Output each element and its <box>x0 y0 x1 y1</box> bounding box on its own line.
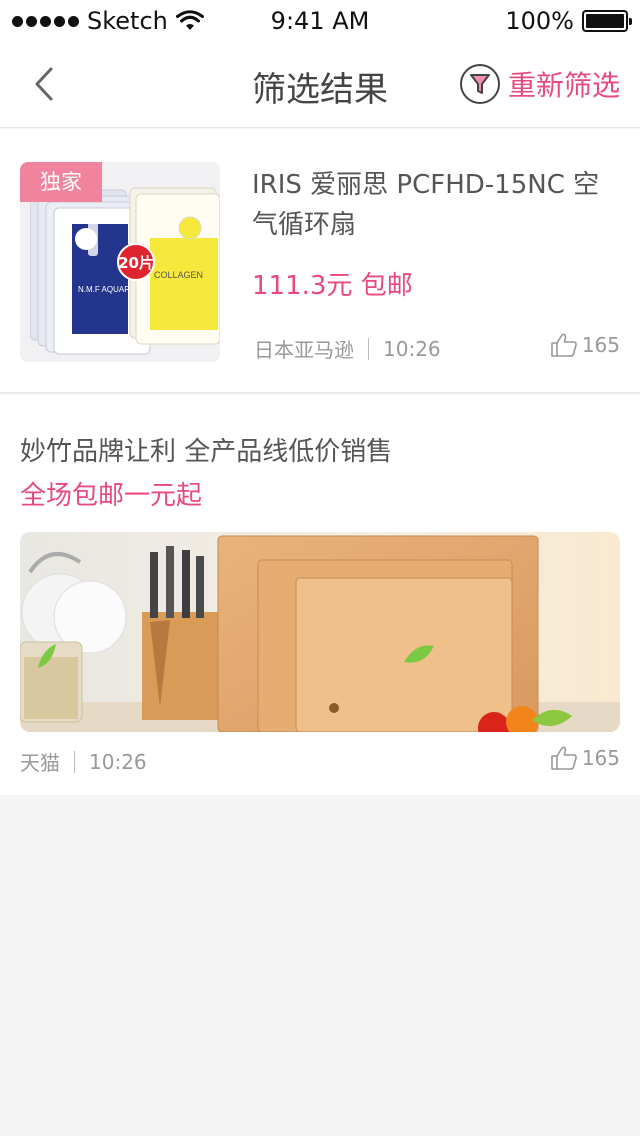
thumbs-up-icon <box>551 746 577 770</box>
refilter-label: 重新筛选 <box>507 69 620 102</box>
deal-card[interactable]: N.M.F AQUARING COLLAGEN 20片 独家 IRIS 爱丽思 … <box>0 129 640 393</box>
funnel-icon <box>459 64 500 104</box>
status-bar: Sketch 9:41 AM 100% <box>0 0 640 40</box>
deal-time: 10:26 <box>89 749 147 774</box>
like-button[interactable]: 165 <box>550 745 620 771</box>
deal-price: 111.3元 包邮 <box>252 271 413 301</box>
divider <box>74 750 75 773</box>
divider <box>368 337 369 360</box>
cutting-board-banner-image <box>20 532 620 732</box>
like-count: 165 <box>581 333 620 357</box>
deal-source: 日本亚马逊 <box>254 338 354 362</box>
deal-title[interactable]: IRIS 爱丽思 PCFHD-15NC 空气循环扇 <box>252 165 620 245</box>
deal-subtitle: 全场包邮一元起 <box>20 481 203 511</box>
battery-percent: 100% <box>505 7 574 35</box>
pack-count-badge: 20片 <box>118 254 154 272</box>
deal-time: 10:26 <box>383 336 441 361</box>
navigation-bar: 筛选结果 重新筛选 <box>0 40 640 128</box>
deal-card[interactable]: 妙竹品牌让利 全产品线低价销售 全场包邮一元起 天猫 10:26 165 <box>0 395 640 795</box>
thumbs-up-icon <box>551 333 577 357</box>
battery-icon <box>582 10 632 32</box>
deal-source: 天猫 <box>20 751 60 775</box>
face-mask-pack-image: N.M.F AQUARING COLLAGEN 20片 <box>30 187 220 355</box>
refilter-button[interactable]: 重新筛选 <box>459 62 620 106</box>
like-count: 165 <box>581 746 620 770</box>
deal-meta: 天猫 10:26 <box>20 747 147 776</box>
deal-title[interactable]: 妙竹品牌让利 全产品线低价销售 <box>20 431 392 468</box>
like-button[interactable]: 165 <box>550 332 620 358</box>
product-image: N.M.F AQUARING COLLAGEN 20片 独家 <box>20 162 220 362</box>
mask-label-yellow: COLLAGEN <box>154 270 203 280</box>
deal-meta: 日本亚马逊 10:26 <box>254 334 441 363</box>
exclusive-tag: 独家 <box>20 162 102 202</box>
status-right: 100% <box>505 7 632 35</box>
phone-screen: Sketch 9:41 AM 100% 筛选结果 重新筛选 N.M.F AQUA… <box>0 0 640 1136</box>
